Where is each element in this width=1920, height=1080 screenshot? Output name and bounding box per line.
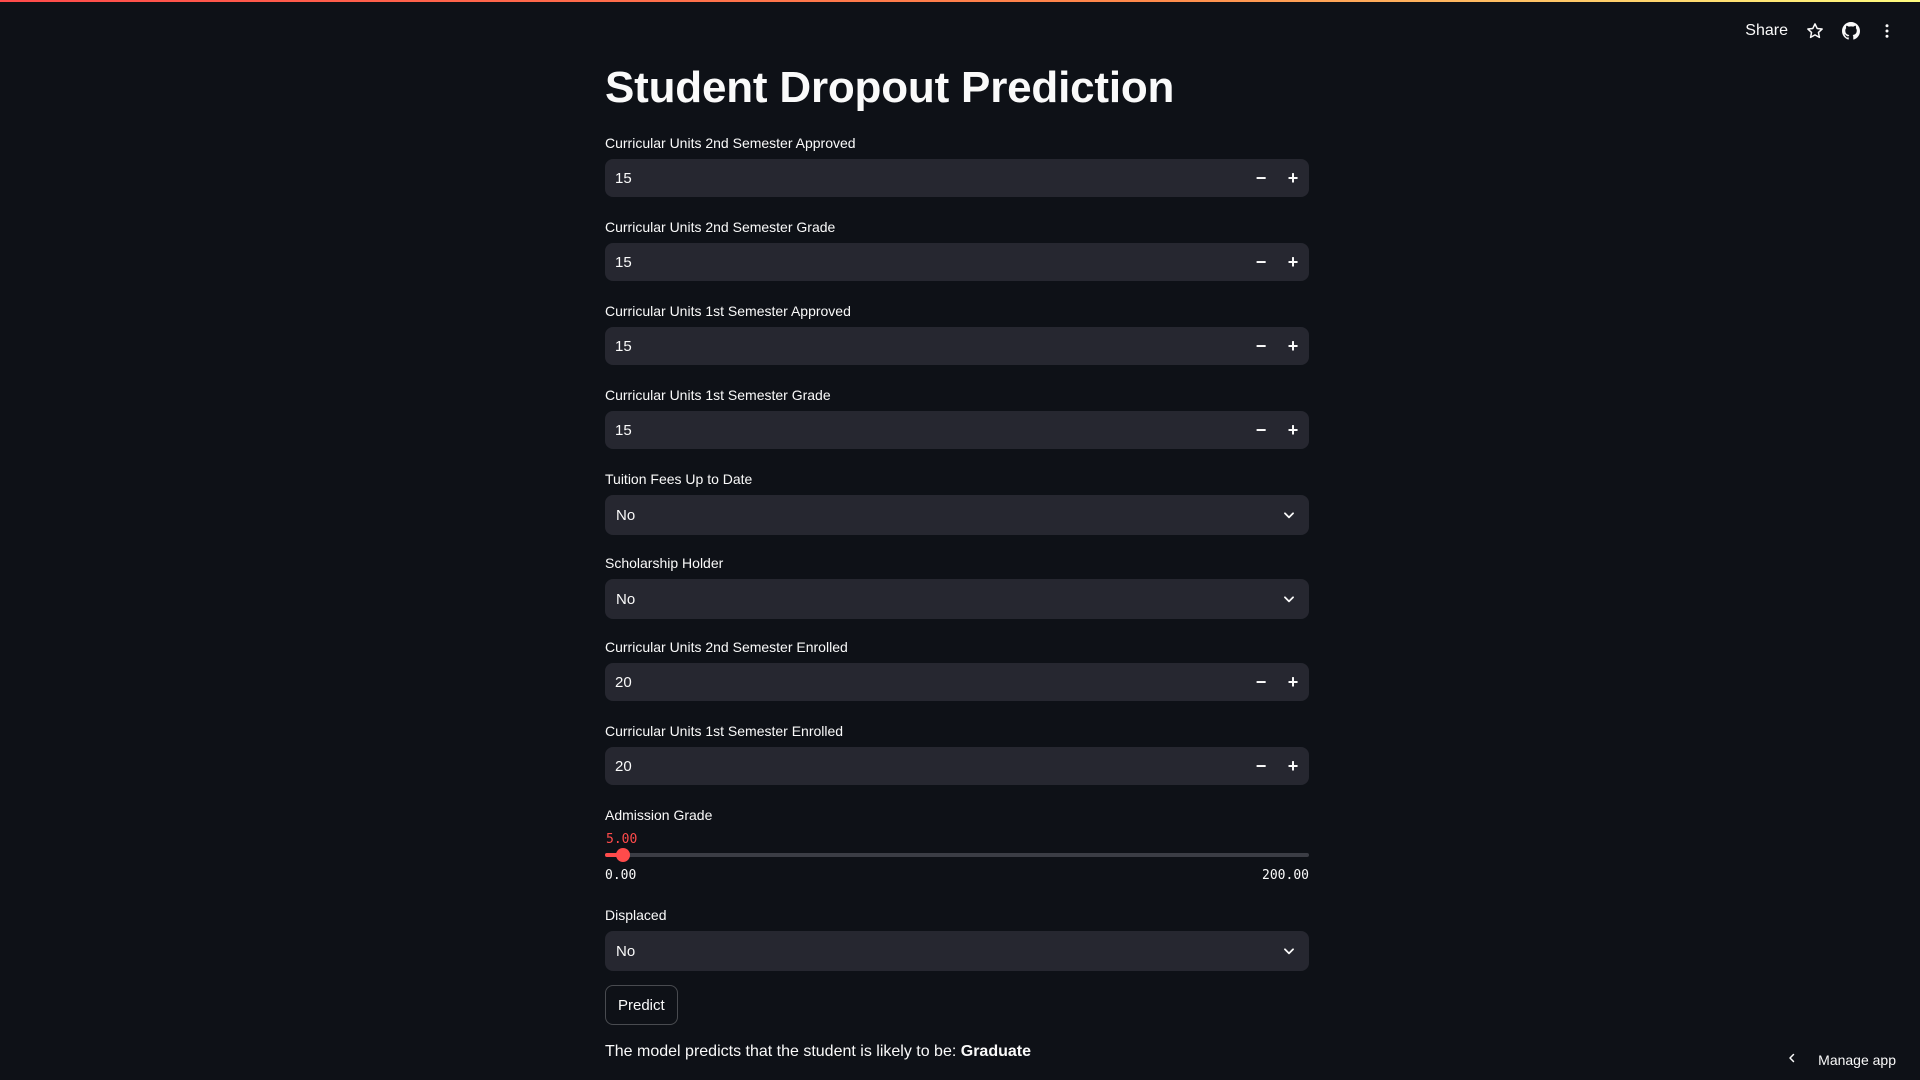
star-icon[interactable] xyxy=(1806,22,1824,40)
slider-max-label: 200.00 xyxy=(1262,868,1309,883)
manage-app-label: Manage app xyxy=(1818,1051,1896,1068)
decrement-button[interactable]: − xyxy=(1245,327,1277,365)
field-label: Curricular Units 2nd Semester Enrolled xyxy=(605,639,848,655)
input-value[interactable]: 15 xyxy=(605,254,1245,271)
cu1-approved-input[interactable]: 15 − + xyxy=(605,327,1309,365)
cu1-enrolled-input[interactable]: 20 − + xyxy=(605,747,1309,785)
github-icon[interactable] xyxy=(1842,22,1860,40)
select-value[interactable]: No xyxy=(605,943,1269,960)
prediction-result: The model predicts that the student is l… xyxy=(605,1043,1031,1061)
field-label: Curricular Units 2nd Semester Approved xyxy=(605,135,856,151)
input-value[interactable]: 15 xyxy=(605,338,1245,355)
decrement-button[interactable]: − xyxy=(1245,411,1277,449)
displaced-select[interactable]: No xyxy=(605,931,1309,971)
field-label: Curricular Units 1st Semester Approved xyxy=(605,303,851,319)
input-value[interactable]: 15 xyxy=(605,422,1245,439)
increment-button[interactable]: + xyxy=(1277,663,1309,701)
scholarship-field: Scholarship Holder No xyxy=(605,554,1309,619)
manage-app-button[interactable]: Manage app xyxy=(1786,1051,1896,1068)
header-actions: Share xyxy=(1745,22,1896,40)
top-decoration-bar xyxy=(0,0,1920,2)
cu1-enrolled-field: Curricular Units 1st Semester Enrolled 2… xyxy=(605,722,1309,785)
input-value[interactable]: 15 xyxy=(605,170,1245,187)
page-title: Student Dropout Prediction xyxy=(605,63,1175,112)
admission-grade-field: Admission Grade 5.00 0.00 200.00 xyxy=(605,806,1309,890)
field-label: Displaced xyxy=(605,907,667,923)
chevron-down-icon[interactable] xyxy=(1269,508,1309,522)
result-prefix: The model predicts that the student is l… xyxy=(605,1043,957,1060)
slider-min-label: 0.00 xyxy=(605,868,637,883)
cu2-approved-input[interactable]: 15 − + xyxy=(605,159,1309,197)
increment-button[interactable]: + xyxy=(1277,411,1309,449)
result-value: Graduate xyxy=(960,1043,1031,1060)
chevron-left-icon xyxy=(1786,1051,1798,1068)
increment-button[interactable]: + xyxy=(1277,243,1309,281)
more-vertical-icon[interactable] xyxy=(1878,22,1896,40)
slider-thumb[interactable] xyxy=(615,848,630,862)
field-label: Curricular Units 1st Semester Enrolled xyxy=(605,723,844,739)
cu2-enrolled-input[interactable]: 20 − + xyxy=(605,663,1309,701)
cu2-enrolled-field: Curricular Units 2nd Semester Enrolled 2… xyxy=(605,638,1309,701)
field-label: Curricular Units 2nd Semester Grade xyxy=(605,219,836,235)
admission-grade-slider[interactable] xyxy=(605,848,1309,862)
tuition-select[interactable]: No xyxy=(605,495,1309,535)
chevron-down-icon[interactable] xyxy=(1269,944,1309,958)
increment-button[interactable]: + xyxy=(1277,747,1309,785)
select-value[interactable]: No xyxy=(605,507,1269,524)
cu1-grade-field: Curricular Units 1st Semester Grade 15 −… xyxy=(605,386,1309,449)
chevron-down-icon[interactable] xyxy=(1269,592,1309,606)
decrement-button[interactable]: − xyxy=(1245,159,1277,197)
cu1-approved-field: Curricular Units 1st Semester Approved 1… xyxy=(605,302,1309,365)
share-button[interactable]: Share xyxy=(1745,22,1788,40)
field-label: Scholarship Holder xyxy=(605,555,724,571)
field-label: Curricular Units 1st Semester Grade xyxy=(605,387,831,403)
increment-button[interactable]: + xyxy=(1277,159,1309,197)
cu1-grade-input[interactable]: 15 − + xyxy=(605,411,1309,449)
scholarship-select[interactable]: No xyxy=(605,579,1309,619)
decrement-button[interactable]: − xyxy=(1245,243,1277,281)
decrement-button[interactable]: − xyxy=(1245,663,1277,701)
increment-button[interactable]: + xyxy=(1277,327,1309,365)
slider-current-value: 5.00 xyxy=(606,832,638,847)
decrement-button[interactable]: − xyxy=(1245,747,1277,785)
tuition-field: Tuition Fees Up to Date No xyxy=(605,470,1309,535)
field-label: Tuition Fees Up to Date xyxy=(605,471,753,487)
field-label: Admission Grade xyxy=(605,807,713,823)
displaced-field: Displaced No xyxy=(605,906,1309,971)
cu2-grade-field: Curricular Units 2nd Semester Grade 15 −… xyxy=(605,218,1309,281)
input-value[interactable]: 20 xyxy=(605,758,1245,775)
input-value[interactable]: 20 xyxy=(605,674,1245,691)
cu2-grade-input[interactable]: 15 − + xyxy=(605,243,1309,281)
select-value[interactable]: No xyxy=(605,591,1269,608)
cu2-approved-field: Curricular Units 2nd Semester Approved 1… xyxy=(605,134,1309,197)
predict-button[interactable]: Predict xyxy=(605,985,678,1025)
